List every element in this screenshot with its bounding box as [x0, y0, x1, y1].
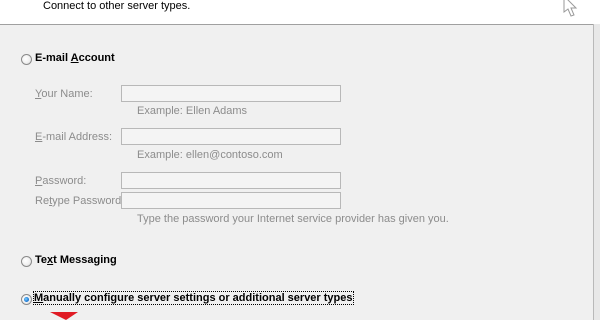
text-messaging-radio[interactable]	[21, 256, 32, 267]
password-label: Password:	[35, 175, 87, 187]
password-input[interactable]	[121, 172, 341, 189]
retype-password-input[interactable]	[121, 192, 341, 209]
header-description: Connect to other server types.	[43, 0, 191, 12]
email-address-label: E-mail Address:	[35, 131, 113, 143]
cursor-arrow-icon	[563, 0, 578, 17]
retype-password-hint: Type the password your Internet service …	[137, 213, 449, 225]
email-account-radio[interactable]	[21, 54, 32, 65]
manual-config-radio[interactable]	[21, 294, 32, 305]
email-address-hint: Example: ellen@contoso.com	[137, 149, 283, 161]
your-name-label: Your Name:	[35, 88, 93, 100]
email-address-input[interactable]	[121, 128, 341, 145]
your-name-hint: Example: Ellen Adams	[137, 105, 248, 117]
red-marker-icon	[50, 312, 78, 320]
wizard-header: Connect to other server types.	[0, 0, 600, 25]
email-account-label[interactable]: E-mail Account	[35, 52, 115, 64]
manual-config-label[interactable]: Manually configure server settings or ad…	[33, 291, 354, 305]
text-messaging-label[interactable]: Text Messaging	[35, 254, 117, 266]
your-name-input[interactable]	[121, 85, 341, 102]
retype-password-label: Retype Password:	[35, 195, 125, 207]
window-right-edge	[593, 24, 600, 320]
